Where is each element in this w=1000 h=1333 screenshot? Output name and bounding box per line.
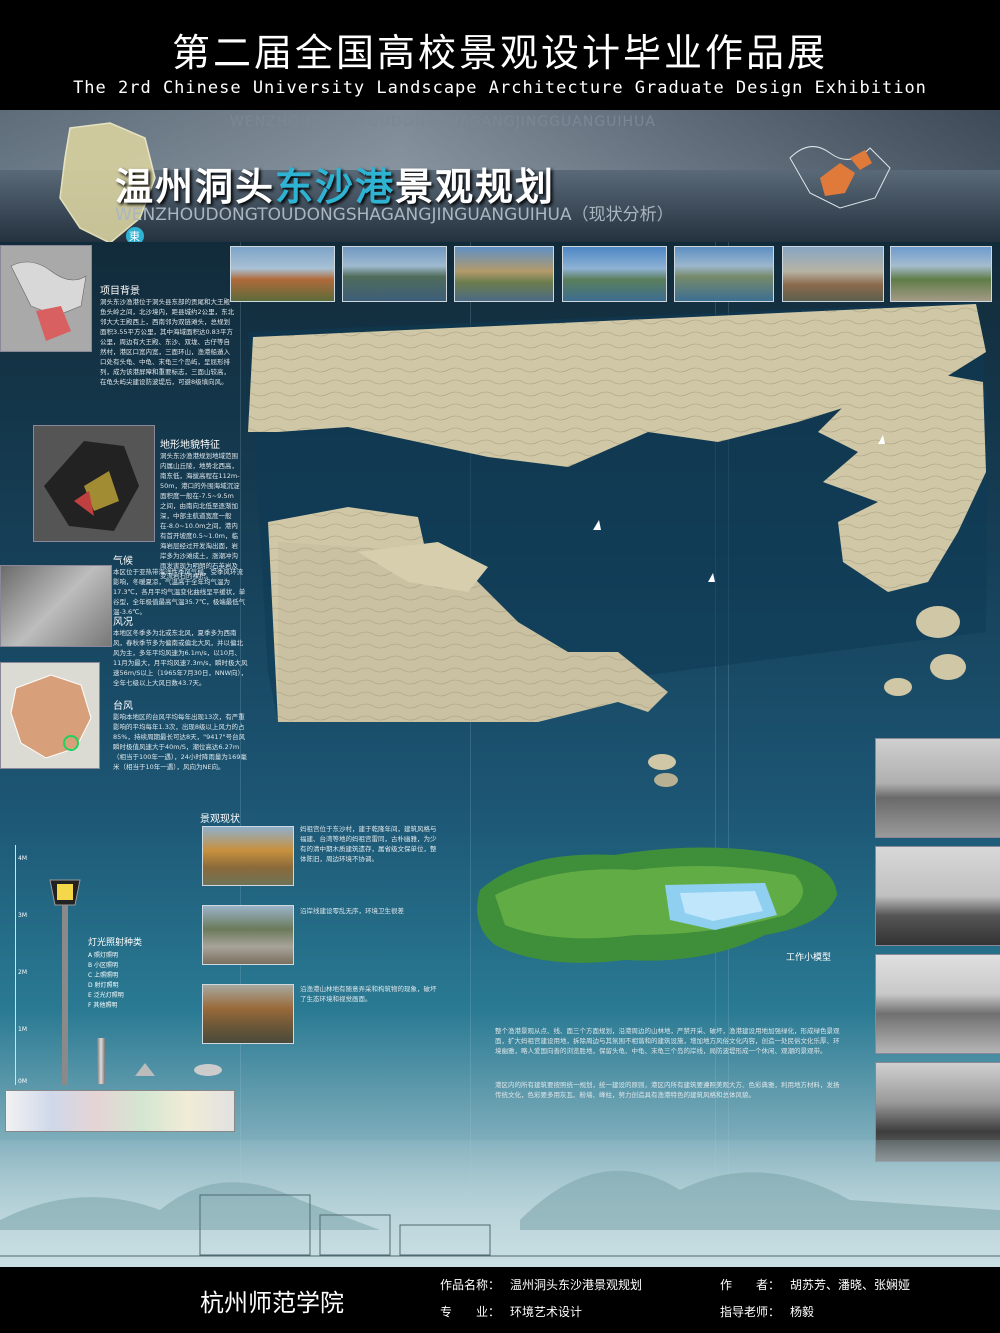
major-label: 专 业： <box>440 1305 501 1319</box>
lamp-legend-item: B 小区照明 <box>88 962 119 969</box>
island-map-icon <box>789 146 891 209</box>
bollard-icon <box>97 1038 105 1084</box>
advisor: 杨毅 <box>790 1305 815 1319</box>
summary-point: 港区内的所有建筑要按照统一规划，统一建设的原则，港区内所有建筑要遵照美观大方、色… <box>495 1081 840 1099</box>
lamp-legend-title: 灯光照射种类 <box>88 938 143 948</box>
terrain-map-icon <box>44 441 139 531</box>
tree-species-strip <box>5 1090 235 1132</box>
section-title: 地形地貌特征 <box>160 440 220 451</box>
lamp-legend-item: F 其他照明 <box>88 1002 118 1009</box>
scale-label: 0M <box>18 1078 27 1085</box>
section-title: 台风 <box>113 701 133 712</box>
coast-photo <box>875 954 1000 1054</box>
scale-label: 1M <box>18 1026 27 1033</box>
scale-label: 4M <box>18 855 27 862</box>
model-label: 工作小模型 <box>786 953 832 963</box>
lighthouse-photo <box>875 846 1000 946</box>
location-map-icon <box>10 261 87 341</box>
exhibition-title-en: The 2rd Chinese University Landscape Arc… <box>73 78 927 98</box>
section-background: 项目背景 洞头东沙渔港位于洞头县东部的贡尾和大王殿鱼头岭之间，北沙境内，距县城约… <box>100 282 235 387</box>
skyline-drawing <box>0 1170 1000 1257</box>
poster-title-en: WENZHOUDONGTOUDONGSHAGANGJINGUANGUIHUA（现… <box>115 205 674 225</box>
shoreline-photo <box>202 905 294 965</box>
section-climate: 气候 本区位于亚热带海洋性季风气候，受季风环流影响，冬暖夏凉，气温高于全年均气温… <box>113 552 248 617</box>
section-typhoon: 台风 影响本地区的台风平均每年出现13次，有严重影响的平均每年1.3次，出现8级… <box>113 697 248 772</box>
scale-bar <box>15 845 16 1085</box>
landscape-note: 沿岸线建设零乱无序，环境卫生很差 <box>300 907 404 915</box>
landscape-note: 妈祖宫位于东沙村，建于乾隆年间，建筑风格与福建、台湾等地的妈祖宫雷同，古朴幽雅，… <box>300 825 437 863</box>
lamp-legend-item: E 泛光灯照明 <box>88 992 124 999</box>
authors: 胡苏芳、潘晓、张娴娅 <box>790 1278 911 1292</box>
province-map-icon <box>10 674 92 759</box>
quarry-photo <box>202 984 294 1044</box>
section-title: 风况 <box>113 617 133 628</box>
work-name-label: 作品名称： <box>440 1278 501 1292</box>
landscape-section-title: 景观现状 <box>200 814 240 825</box>
lamp-legend-item: C 上照照明 <box>88 972 119 979</box>
work-name: 温州洞头东沙港景观规划 <box>510 1278 643 1292</box>
location-map <box>0 245 92 352</box>
temple-photo <box>202 826 294 886</box>
summary-point: 整个渔港景观从点、线、面三个方面规划，沿港周边的山林地，严禁开采、破坏，渔港建设… <box>495 1027 840 1055</box>
exhibition-title: 第二届全国高校景观设计毕业作品展 <box>171 31 828 75</box>
lamp-legend-item: D 射灯照明 <box>88 982 119 989</box>
scale-label: 3M <box>18 912 27 919</box>
banner-watermark: WENZHOUDONGTOUDONGSHAGANGJINGGUANGUIHUA <box>230 114 656 130</box>
section-body: 洞头东沙渔港位于洞头县东部的贡尾和大王殿鱼头岭之间，北沙境内，距县城约2公里，东… <box>100 298 235 386</box>
terrain-map <box>33 425 155 542</box>
section-title: 气候 <box>113 556 133 567</box>
street-lamp-icon <box>49 879 81 1085</box>
section-title: 项目背景 <box>100 286 140 297</box>
lamp-legend-item: A 照灯照明 <box>88 952 119 959</box>
landscape-note: 沿渔港山林地有随意弄采和构筑物的现象，破坏了生态环境和视觉画面。 <box>300 985 437 1003</box>
section-body: 本地区冬季多为北或东北风，夏季多为西南风，春秋季节多为偏南或偏北大风，并以偏北风… <box>113 629 248 687</box>
major: 环境艺术设计 <box>510 1305 583 1319</box>
garden-light-icon <box>135 1063 222 1076</box>
scale-label: 2M <box>18 969 27 976</box>
section-wind: 风况 本地区冬季多为北或东北风，夏季多为西南风，春秋季节多为偏南或偏北大风，并以… <box>113 613 248 688</box>
advisor-label: 指导老师： <box>720 1305 781 1319</box>
aerial-photo <box>0 565 112 647</box>
author-label: 作 者： <box>720 1278 781 1292</box>
school-name: 杭州师范学院 <box>200 1289 344 1317</box>
section-body: 影响本地区的台风平均每年出现13次，有严重影响的平均每年1.3次，出现8级以上风… <box>113 713 247 771</box>
province-map <box>0 662 100 769</box>
section-body: 本区位于亚热带海洋性季风气候，受季风环流影响，冬暖夏凉，气温高于全年均气温为17… <box>113 568 246 616</box>
rock-photo <box>875 738 1000 838</box>
